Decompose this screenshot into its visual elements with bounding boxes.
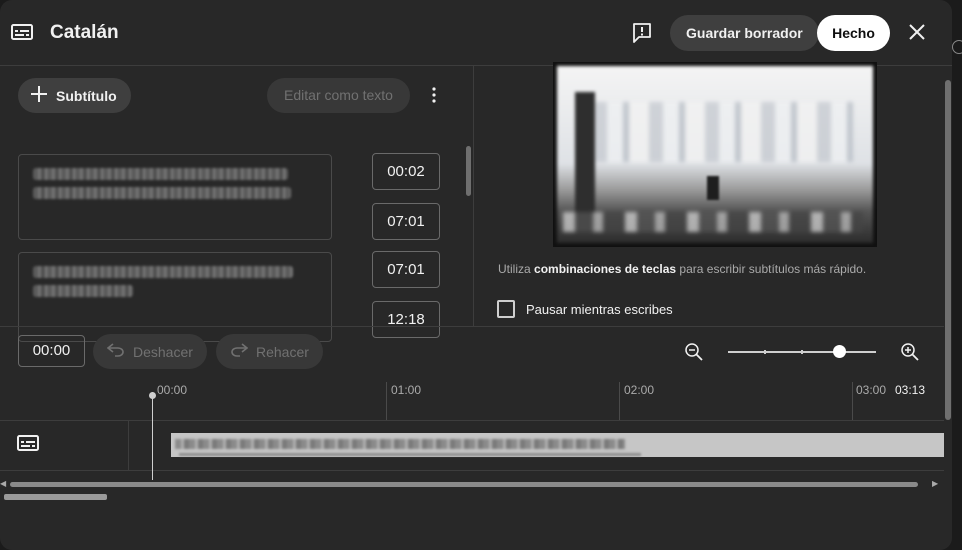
video-frame-content xyxy=(575,92,595,232)
ruler-tick xyxy=(852,382,853,420)
add-subtitle-button[interactable]: Subtítulo xyxy=(18,78,131,113)
timeline-toolbar: 00:00 Deshacer Rehacer xyxy=(0,326,944,376)
tip-text: para escribir subtítulos más rápido. xyxy=(676,262,867,276)
track-divider xyxy=(0,470,944,471)
zoom-slider-knob[interactable] xyxy=(833,345,846,358)
zoom-slider[interactable] xyxy=(728,345,876,358)
video-preview[interactable] xyxy=(553,62,877,247)
ruler-label: 01:00 xyxy=(391,383,422,397)
undo-icon xyxy=(106,343,125,360)
zoom-out-icon[interactable] xyxy=(684,342,704,367)
pause-while-typing-checkbox[interactable] xyxy=(497,300,515,318)
done-button[interactable]: Hecho xyxy=(817,15,890,51)
cue-start-time[interactable]: 07:01 xyxy=(372,251,440,288)
add-subtitle-label: Subtítulo xyxy=(56,87,117,104)
ruler-label: 00:00 xyxy=(157,383,188,397)
subtitles-icon xyxy=(11,24,33,45)
keyboard-shortcut-tip: Utiliza combinaciones de teclas para esc… xyxy=(498,262,866,276)
cue-text-line xyxy=(33,168,288,180)
redo-label: Rehacer xyxy=(256,343,309,360)
ruler-label: 03:00 xyxy=(856,383,887,397)
subtitles-track-icon xyxy=(17,435,39,456)
preview-panel: Utiliza combinaciones de teclas para esc… xyxy=(475,62,952,420)
track-divider xyxy=(128,420,129,470)
subtitle-clip[interactable] xyxy=(171,433,944,457)
cue-end-time[interactable]: 07:01 xyxy=(372,203,440,240)
scrollbar-thumb[interactable] xyxy=(466,146,471,196)
edit-as-text-button[interactable]: Editar como texto xyxy=(267,78,410,113)
more-options-icon[interactable] xyxy=(428,86,440,109)
cue-text-line xyxy=(33,285,133,297)
playhead-handle[interactable] xyxy=(149,392,156,399)
timeline-scrollbar[interactable]: ◀ ▶ xyxy=(0,479,944,489)
tip-text: Utiliza xyxy=(498,262,535,276)
video-frame-content xyxy=(563,212,863,232)
pause-while-typing-label: Pausar mientras escribes xyxy=(526,301,673,317)
redo-button[interactable]: Rehacer xyxy=(216,334,323,369)
scrollbar-thumb[interactable] xyxy=(945,80,951,420)
undo-label: Deshacer xyxy=(133,343,193,360)
cue-text-line xyxy=(33,187,291,199)
timeline[interactable]: 00:00 01:00 02:00 03:00 03:13 ◀ ▶ xyxy=(0,376,944,489)
ruler-tick xyxy=(386,382,387,420)
cue-editor-panel: Subtítulo Editar como texto 00:02 07:01 … xyxy=(0,66,474,342)
ruler-label: 02:00 xyxy=(624,383,655,397)
redo-icon xyxy=(230,343,249,360)
ruler-tick xyxy=(619,382,620,420)
dialog-header: Catalán Guardar borrador Hecho xyxy=(0,0,952,66)
help-icon xyxy=(952,40,962,54)
subtitle-clip-text xyxy=(175,439,625,449)
page-scrollbar[interactable] xyxy=(4,494,107,500)
current-time-field[interactable]: 00:00 xyxy=(18,335,85,367)
cue-start-time[interactable]: 00:02 xyxy=(372,153,440,190)
keyboard-shortcuts-link[interactable]: combinaciones de teclas xyxy=(534,262,676,276)
feedback-icon[interactable] xyxy=(632,22,652,49)
save-draft-button[interactable]: Guardar borrador xyxy=(670,15,819,51)
cue-text-field[interactable] xyxy=(18,154,332,240)
playhead[interactable] xyxy=(152,392,153,480)
video-duration: 03:13 xyxy=(895,383,926,397)
cue-text-line xyxy=(33,266,293,278)
panel-scrollbar[interactable] xyxy=(943,66,952,426)
scroll-left-icon[interactable]: ◀ xyxy=(0,479,6,488)
scroll-right-icon[interactable]: ▶ xyxy=(932,479,938,488)
subtitle-clip-text xyxy=(179,453,641,456)
zoom-in-icon[interactable] xyxy=(900,342,920,367)
language-title: Catalán xyxy=(50,22,119,43)
video-frame-content xyxy=(707,176,719,200)
track-divider xyxy=(0,420,944,421)
undo-button[interactable]: Deshacer xyxy=(93,334,207,369)
close-icon[interactable] xyxy=(907,22,927,47)
subtitle-editor-dialog: Catalán Guardar borrador Hecho Subtítulo… xyxy=(0,0,952,550)
slider-tick xyxy=(801,350,803,354)
cue-list-scrollbar[interactable] xyxy=(464,136,472,326)
slider-tick xyxy=(764,350,766,354)
pause-while-typing-option[interactable]: Pausar mientras escribes xyxy=(497,300,673,318)
plus-icon xyxy=(30,85,48,106)
background-page xyxy=(952,0,962,550)
video-frame-content xyxy=(593,102,853,162)
scrollbar-thumb[interactable] xyxy=(10,482,918,487)
